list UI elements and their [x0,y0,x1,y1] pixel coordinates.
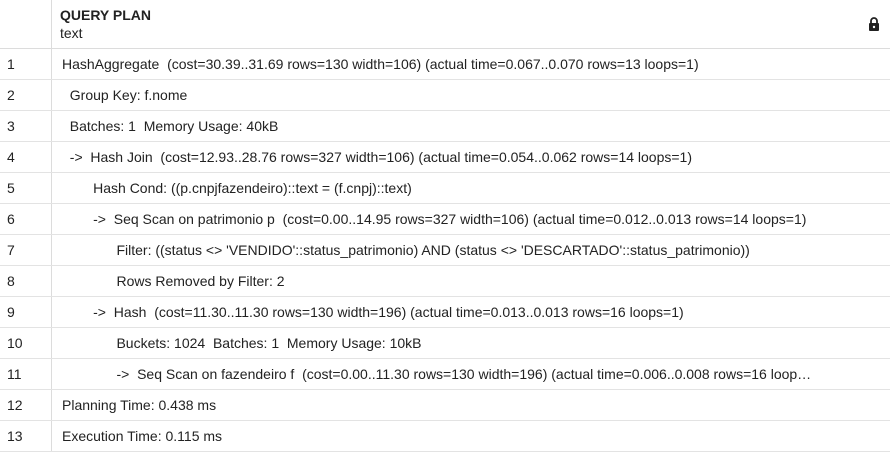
table-row[interactable]: 13 Execution Time: 0.115 ms [0,421,890,452]
table-row[interactable]: 11 -> Seq Scan on fazendeiro f (cost=0.0… [0,359,890,390]
table-row[interactable]: 4 -> Hash Join (cost=12.93..28.76 rows=3… [0,142,890,173]
row-number: 10 [0,328,52,358]
row-number: 5 [0,173,52,203]
query-plan-cell[interactable]: -> Seq Scan on fazendeiro f (cost=0.00..… [52,359,890,389]
query-plan-cell[interactable]: Filter: ((status <> 'VENDIDO'::status_pa… [52,235,890,265]
column-header-query-plan[interactable]: QUERY PLAN text [52,0,890,48]
row-number: 13 [0,421,52,451]
row-number: 6 [0,204,52,234]
row-number: 1 [0,49,52,79]
table-row[interactable]: 9 -> Hash (cost=11.30..11.30 rows=130 wi… [0,297,890,328]
table-row[interactable]: 6 -> Seq Scan on patrimonio p (cost=0.00… [0,204,890,235]
query-plan-cell[interactable]: Batches: 1 Memory Usage: 40kB [52,111,890,141]
row-number: 8 [0,266,52,296]
table-row[interactable]: 10 Buckets: 1024 Batches: 1 Memory Usage… [0,328,890,359]
table-row[interactable]: 5 Hash Cond: ((p.cnpjfazendeiro)::text =… [0,173,890,204]
row-number: 7 [0,235,52,265]
table-row[interactable]: 12 Planning Time: 0.438 ms [0,390,890,421]
query-plan-cell[interactable]: -> Seq Scan on patrimonio p (cost=0.00..… [52,204,890,234]
query-plan-cell[interactable]: Rows Removed by Filter: 2 [52,266,890,296]
row-number: 3 [0,111,52,141]
query-plan-cell[interactable]: Hash Cond: ((p.cnpjfazendeiro)::text = (… [52,173,890,203]
query-plan-cell[interactable]: Group Key: f.nome [52,80,890,110]
grid-header: QUERY PLAN text [0,0,890,49]
lock-icon [869,17,879,31]
column-type: text [60,25,83,41]
query-plan-cell[interactable]: Execution Time: 0.115 ms [52,421,890,451]
query-plan-cell[interactable]: Planning Time: 0.438 ms [52,390,890,420]
query-plan-grid: QUERY PLAN text 1 HashAggregate (cost=30.… [0,0,890,456]
query-plan-cell[interactable]: -> Hash Join (cost=12.93..28.76 rows=327… [52,142,890,172]
row-number: 11 [0,359,52,389]
table-row[interactable]: 1 HashAggregate (cost=30.39..31.69 rows=1… [0,49,890,80]
column-name: QUERY PLAN [60,7,152,23]
row-number: 12 [0,390,52,420]
row-number-header [0,0,52,48]
grid-body: 1 HashAggregate (cost=30.39..31.69 rows=1… [0,49,890,452]
table-row[interactable]: 8 Rows Removed by Filter: 2 [0,266,890,297]
query-plan-cell[interactable]: Buckets: 1024 Batches: 1 Memory Usage: 1… [52,328,890,358]
row-number: 2 [0,80,52,110]
table-row[interactable]: 7 Filter: ((status <> 'VENDIDO'::status_… [0,235,890,266]
table-row[interactable]: 3 Batches: 1 Memory Usage: 40kB [0,111,890,142]
query-plan-cell[interactable]: -> Hash (cost=11.30..11.30 rows=130 widt… [52,297,890,327]
row-number: 9 [0,297,52,327]
row-number: 4 [0,142,52,172]
query-plan-cell[interactable]: HashAggregate (cost=30.39..31.69 rows=13… [52,49,890,79]
table-row[interactable]: 2 Group Key: f.nome [0,80,890,111]
